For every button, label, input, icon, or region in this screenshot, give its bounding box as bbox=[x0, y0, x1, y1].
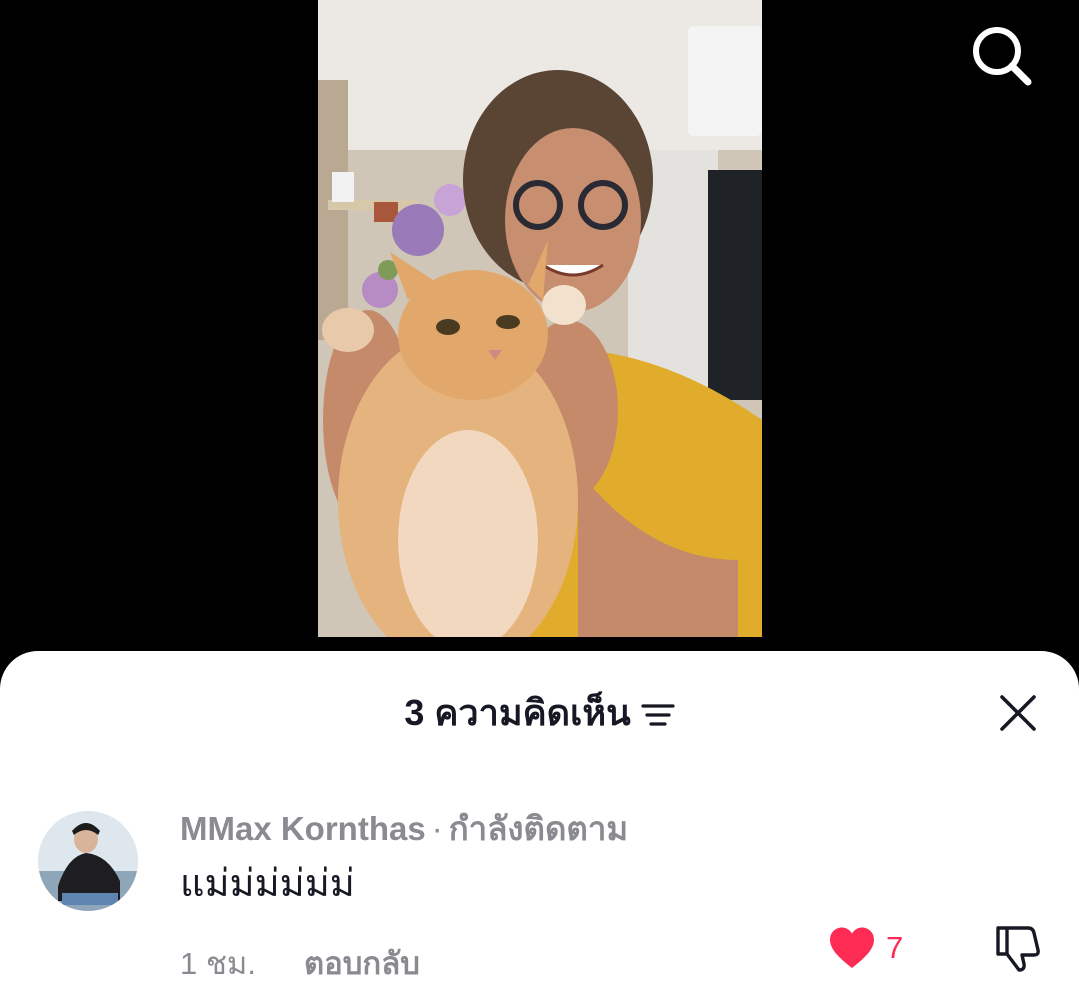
close-icon bbox=[1000, 695, 1036, 731]
thumbs-down-icon bbox=[996, 926, 1040, 972]
comment-author-line: MMax Kornthas · กำลังติดตาม bbox=[180, 802, 628, 855]
like-button[interactable]: 7 bbox=[828, 922, 903, 974]
screen: 3 ความคิดเห็น MMax Kornthas · กำลังติดตา… bbox=[0, 0, 1079, 1000]
search-icon bbox=[973, 27, 1032, 86]
video-player[interactable] bbox=[318, 0, 762, 637]
like-count: 7 bbox=[886, 930, 904, 965]
video-frame-image bbox=[318, 0, 762, 637]
following-label: กำลังติดตาม bbox=[448, 810, 629, 847]
comment-author-name[interactable]: MMax Kornthas bbox=[180, 810, 426, 847]
dislike-button[interactable] bbox=[992, 922, 1044, 974]
avatar-image bbox=[38, 811, 138, 911]
reply-button[interactable]: ตอบกลับ bbox=[304, 938, 420, 988]
heart-icon bbox=[830, 927, 874, 968]
sort-comments-button[interactable]: 3 ความคิดเห็น bbox=[404, 685, 675, 741]
filter-icon bbox=[641, 704, 675, 726]
avatar[interactable] bbox=[38, 811, 138, 911]
comments-sheet: 3 ความคิดเห็น MMax Kornthas · กำลังติดตา… bbox=[0, 651, 1079, 1000]
comment-item: MMax Kornthas · กำลังติดตาม แม่ม่ม่ม่ม่ม่ … bbox=[0, 796, 1079, 986]
comments-header: 3 ความคิดเห็น bbox=[0, 685, 1079, 741]
author-separator: · bbox=[431, 810, 443, 847]
comment-timestamp: 1 ชม. bbox=[180, 946, 256, 981]
comments-count-title: 3 ความคิดเห็น bbox=[404, 692, 631, 733]
close-comments-button[interactable] bbox=[994, 689, 1042, 737]
comment-text: แม่ม่ม่ม่ม่ม่ bbox=[180, 863, 355, 905]
search-button[interactable] bbox=[968, 22, 1034, 88]
